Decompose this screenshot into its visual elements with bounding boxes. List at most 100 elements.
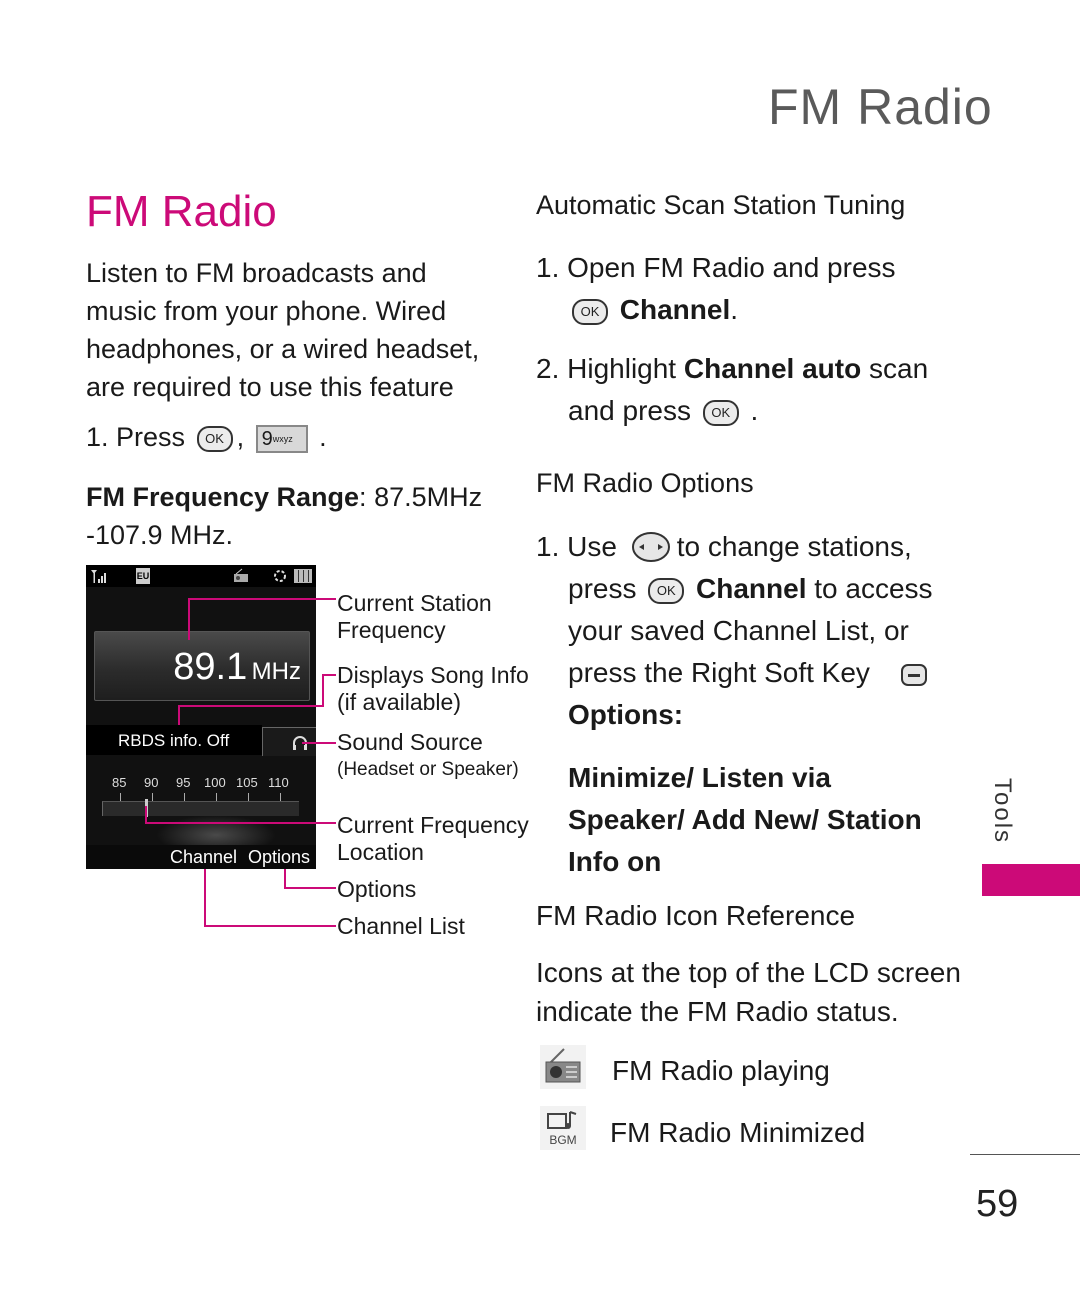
running-head: FM Radio xyxy=(768,79,993,135)
radio-playing-icon xyxy=(540,1045,586,1089)
callout-line-channel xyxy=(204,869,206,927)
step-1-suffix: . xyxy=(319,422,327,452)
options-heading: FM Radio Options xyxy=(536,468,754,498)
key-9-letters: wxyz xyxy=(272,433,293,444)
auto-scan-step-1: 1. Open FM Radio and press OK Channel. xyxy=(536,247,896,331)
page-title: FM Radio xyxy=(86,187,277,236)
scale-tick xyxy=(248,793,249,801)
ok-key-icon: OK xyxy=(702,399,739,426)
intro-line: are required to use this feature xyxy=(86,372,454,402)
icon-reference-heading: FM Radio Icon Reference xyxy=(536,900,856,931)
intro-line: music from your phone. Wired xyxy=(86,296,447,326)
scale-tick xyxy=(152,793,153,801)
callout-text: Sound Source xyxy=(337,729,483,755)
frequency-unit: MHz xyxy=(251,658,301,685)
callout-line-song xyxy=(178,705,324,707)
options-label: Options: xyxy=(568,699,684,730)
options-step-1: 1. Use to change stations, press OK Chan… xyxy=(536,526,933,736)
callout-line-song xyxy=(322,674,324,707)
callout-text: Displays Song Info xyxy=(337,662,529,688)
options-list-line: Minimize/ Listen via xyxy=(568,762,831,793)
step-1: 1. Press OK, 9wxyz . xyxy=(86,422,327,453)
section-tab-label: Tools xyxy=(989,778,1016,845)
icon-reference-description: Icons at the top of the LCD screen indic… xyxy=(536,953,961,1031)
right-soft-key-icon xyxy=(900,663,927,686)
status-bar: EU xyxy=(86,565,316,587)
step-text: and press xyxy=(568,395,691,426)
frequency-range: FM Frequency Range: 87.5MHz -107.9 MHz. xyxy=(86,478,482,554)
step-text: press xyxy=(568,573,637,604)
callout-text: Location xyxy=(337,839,424,865)
channel-label: Channel xyxy=(696,573,807,604)
callout-text: Frequency xyxy=(337,617,446,643)
description-line: Icons at the top of the LCD screen xyxy=(536,957,961,988)
callout-text: (Headset or Speaker) xyxy=(337,759,519,780)
options-list-line: Info on xyxy=(568,846,662,877)
key-9-icon: 9wxyz xyxy=(255,424,308,453)
separator: , xyxy=(236,422,245,452)
intro-paragraph: Listen to FM broadcasts and music from y… xyxy=(86,254,486,406)
section-tab-marker xyxy=(982,864,1080,896)
callout-line-song xyxy=(322,674,336,676)
callout-channel-list: Channel List xyxy=(337,913,465,939)
scale-label: 100 xyxy=(204,775,226,790)
callout-line-location xyxy=(145,822,336,824)
scale-tick xyxy=(120,793,121,801)
callout-options: Options xyxy=(337,876,417,902)
step-1-prefix: 1. Press xyxy=(86,422,186,452)
callout-line-station xyxy=(188,598,336,600)
intro-line: headphones, or a wired headset, xyxy=(86,334,480,364)
scale-tick xyxy=(280,793,281,801)
step-text: to change stations, xyxy=(676,531,912,562)
radio-minimized-icon: BGM xyxy=(540,1106,586,1150)
step-end: . xyxy=(730,294,739,325)
step-text: 1. Use xyxy=(536,531,617,562)
step-text: press the Right Soft Key xyxy=(568,657,870,688)
step-text: your saved Channel List, or xyxy=(568,615,909,646)
frequency-range-label: FM Frequency Range xyxy=(86,482,360,512)
scale-label: 110 xyxy=(268,775,289,790)
frequency-range-end: -107.9 MHz. xyxy=(86,520,234,550)
scale-label: 85 xyxy=(112,775,127,790)
step-text: scan xyxy=(861,353,929,384)
channel-label: Channel xyxy=(619,294,731,325)
softkey-bar: Channel Options xyxy=(86,845,316,869)
nav-left-right-key-icon xyxy=(631,531,670,562)
frequency-range-start: 87.5MHz xyxy=(366,482,483,512)
softkey-options[interactable]: Options xyxy=(248,847,310,868)
ok-key-icon: OK xyxy=(196,425,233,452)
softkey-channel[interactable]: Channel xyxy=(170,847,237,868)
callout-sound-source: Sound Source (Headset or Speaker) xyxy=(337,729,519,783)
callout-line-options xyxy=(284,887,336,889)
scale-label: 90 xyxy=(144,775,159,790)
footer-rule xyxy=(970,1154,1080,1155)
callout-text: (if available) xyxy=(337,689,461,715)
auto-scan-heading: Automatic Scan Station Tuning xyxy=(536,190,906,220)
scale-label: 95 xyxy=(176,775,191,790)
eu-icon: EU xyxy=(136,568,150,584)
step-end: . xyxy=(750,395,759,426)
channel-auto-label: Channel auto xyxy=(683,353,862,384)
signal-icon xyxy=(91,570,106,583)
callout-text: Current Frequency xyxy=(337,812,529,838)
scale-label: 105 xyxy=(236,775,258,790)
callout-frequency-location: Current Frequency Location xyxy=(337,812,529,866)
options-list-line: Speaker/ Add New/ Station xyxy=(568,804,922,835)
callout-station-frequency: Current Station Frequency xyxy=(337,590,492,644)
callout-line-options xyxy=(284,869,286,889)
step-text: to access xyxy=(806,573,933,604)
ok-key-icon: OK xyxy=(572,298,608,325)
frequency-scale-bar[interactable] xyxy=(102,801,299,816)
options-list: Minimize/ Listen via Speaker/ Add New/ S… xyxy=(568,757,922,883)
radio-minimized-label: FM Radio Minimized xyxy=(610,1117,866,1148)
callout-line-channel xyxy=(204,925,336,927)
scale-tick xyxy=(216,793,217,801)
step-text: 2. Highlight xyxy=(536,353,684,384)
scale-tick xyxy=(184,793,185,801)
intro-line: Listen to FM broadcasts and xyxy=(86,258,427,288)
ok-key-icon: OK xyxy=(648,577,685,604)
battery-icon xyxy=(294,569,312,583)
radio-playing-label: FM Radio playing xyxy=(612,1055,830,1086)
description-line: indicate the FM Radio status. xyxy=(536,996,899,1027)
step-text: 1. Open FM Radio and press xyxy=(536,252,896,283)
